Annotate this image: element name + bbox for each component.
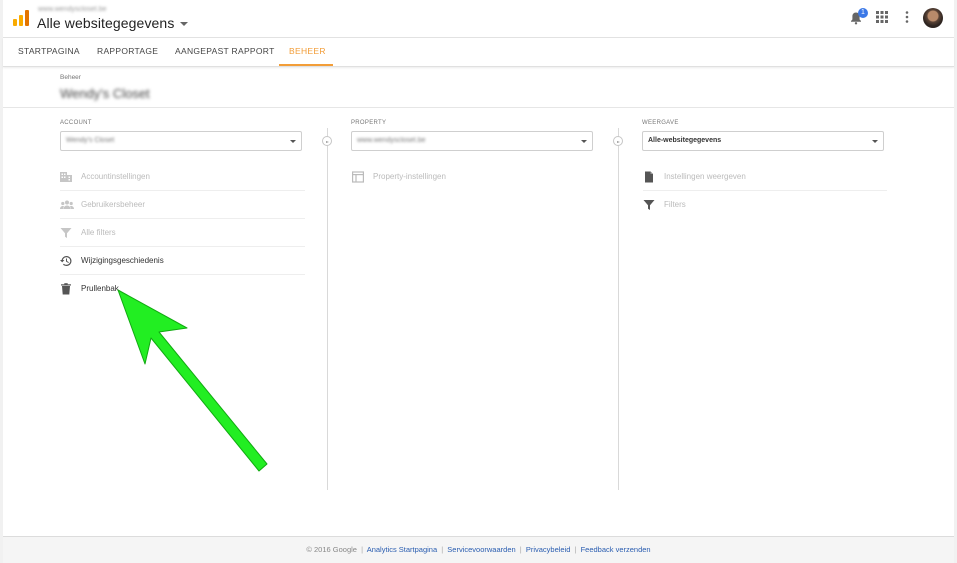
annotation-arrow-icon [117, 289, 268, 472]
analytics-admin-page: www.wendyscloset.be Alle websitegegevens… [3, 0, 954, 563]
